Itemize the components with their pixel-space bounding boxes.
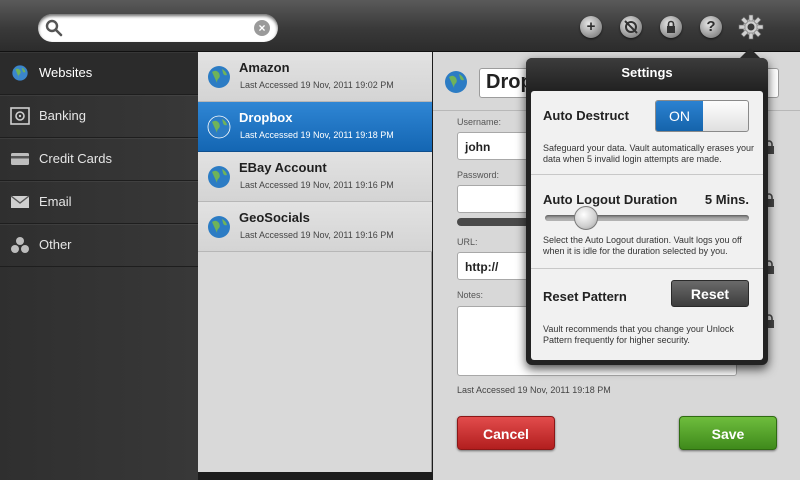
list-item[interactable]: Amazon Last Accessed 19 Nov, 2011 19:02 …	[198, 52, 432, 102]
entry-name: Dropbox	[239, 110, 293, 125]
password-label: Password:	[457, 170, 500, 180]
last-accessed-text: Last Accessed 19 Nov, 2011 19:18 PM	[457, 385, 611, 395]
sidebar-item-credit-cards[interactable]: Credit Cards	[0, 138, 198, 181]
add-icon[interactable]: +	[580, 16, 602, 38]
no-sync-icon[interactable]	[620, 16, 642, 38]
entry-list: Amazon Last Accessed 19 Nov, 2011 19:02 …	[198, 52, 432, 472]
settings-popover: Settings Auto Destruct ON Safeguard your…	[526, 48, 768, 365]
globe-icon	[208, 66, 230, 88]
top-toolbar: × + ?	[0, 0, 800, 52]
auto-destruct-toggle[interactable]: ON	[655, 100, 749, 132]
entry-last-accessed: Last Accessed 19 Nov, 2011 19:16 PM	[240, 180, 394, 190]
globe-icon	[207, 115, 231, 139]
entry-name: Amazon	[239, 60, 290, 75]
sidebar-item-label: Credit Cards	[39, 151, 112, 166]
lock-icon[interactable]	[660, 16, 682, 38]
auto-destruct-title: Auto Destruct	[543, 108, 629, 123]
sidebar-item-other[interactable]: Other	[0, 224, 198, 267]
help-icon[interactable]: ?	[700, 16, 722, 38]
sidebar-item-label: Banking	[39, 108, 86, 123]
sidebar-item-label: Email	[39, 194, 72, 209]
clear-search-icon[interactable]: ×	[254, 20, 270, 36]
save-button[interactable]: Save	[679, 416, 777, 450]
username-label: Username:	[457, 117, 502, 127]
globe-icon	[12, 65, 28, 81]
cancel-button[interactable]: Cancel	[457, 416, 555, 450]
auto-destruct-description: Safeguard your data. Vault automatically…	[543, 143, 754, 164]
sidebar-item-email[interactable]: Email	[0, 181, 198, 224]
toggle-on-label: ON	[656, 101, 703, 131]
auto-logout-title: Auto Logout Duration	[543, 192, 678, 207]
reset-button[interactable]: Reset	[671, 280, 749, 307]
list-item[interactable]: GeoSocials Last Accessed 19 Nov, 2011 19…	[198, 202, 432, 252]
reset-pattern-title: Reset Pattern	[543, 289, 627, 304]
sidebar-item-banking[interactable]: Banking	[0, 95, 198, 138]
list-item[interactable]: EBay Account Last Accessed 19 Nov, 2011 …	[198, 152, 432, 202]
auto-destruct-section: Auto Destruct ON Safeguard your data. Va…	[531, 91, 763, 175]
sidebar-item-websites[interactable]: Websites	[0, 52, 198, 95]
reset-pattern-description: Vault recommends that you change your Un…	[543, 324, 734, 345]
sidebar-item-label: Websites	[39, 65, 93, 80]
globe-icon	[208, 216, 230, 238]
category-sidebar: Websites Banking Credit Cards Email Othe…	[0, 52, 198, 480]
list-item[interactable]: Dropbox Last Accessed 19 Nov, 2011 19:18…	[198, 102, 432, 152]
other-icon	[11, 237, 29, 253]
entry-name: EBay Account	[239, 160, 327, 175]
sidebar-item-label: Other	[39, 237, 72, 252]
notes-label: Notes:	[457, 290, 484, 300]
search-bar[interactable]: ×	[38, 14, 278, 42]
gear-icon[interactable]	[738, 14, 764, 40]
envelope-icon	[10, 195, 30, 208]
auto-logout-value: 5 Mins.	[704, 192, 749, 207]
entry-last-accessed: Last Accessed 19 Nov, 2011 19:18 PM	[240, 130, 394, 140]
slider-thumb[interactable]	[573, 206, 598, 230]
settings-body: Auto Destruct ON Safeguard your data. Va…	[531, 91, 763, 360]
globe-icon	[445, 71, 467, 93]
settings-title: Settings	[526, 58, 768, 90]
globe-icon	[208, 166, 230, 188]
search-icon	[45, 19, 63, 37]
url-label: URL:	[457, 237, 478, 247]
auto-logout-section: Auto Logout Duration Select the Auto Log…	[531, 175, 763, 269]
search-input[interactable]	[68, 18, 248, 38]
entry-last-accessed: Last Accessed 19 Nov, 2011 19:02 PM	[240, 80, 394, 90]
entry-last-accessed: Last Accessed 19 Nov, 2011 19:16 PM	[240, 230, 394, 240]
credit-card-icon	[11, 153, 29, 165]
safe-icon	[10, 107, 30, 125]
auto-logout-description: Select the Auto Logout duration. Vault l…	[543, 235, 742, 256]
entry-name: GeoSocials	[239, 210, 310, 225]
